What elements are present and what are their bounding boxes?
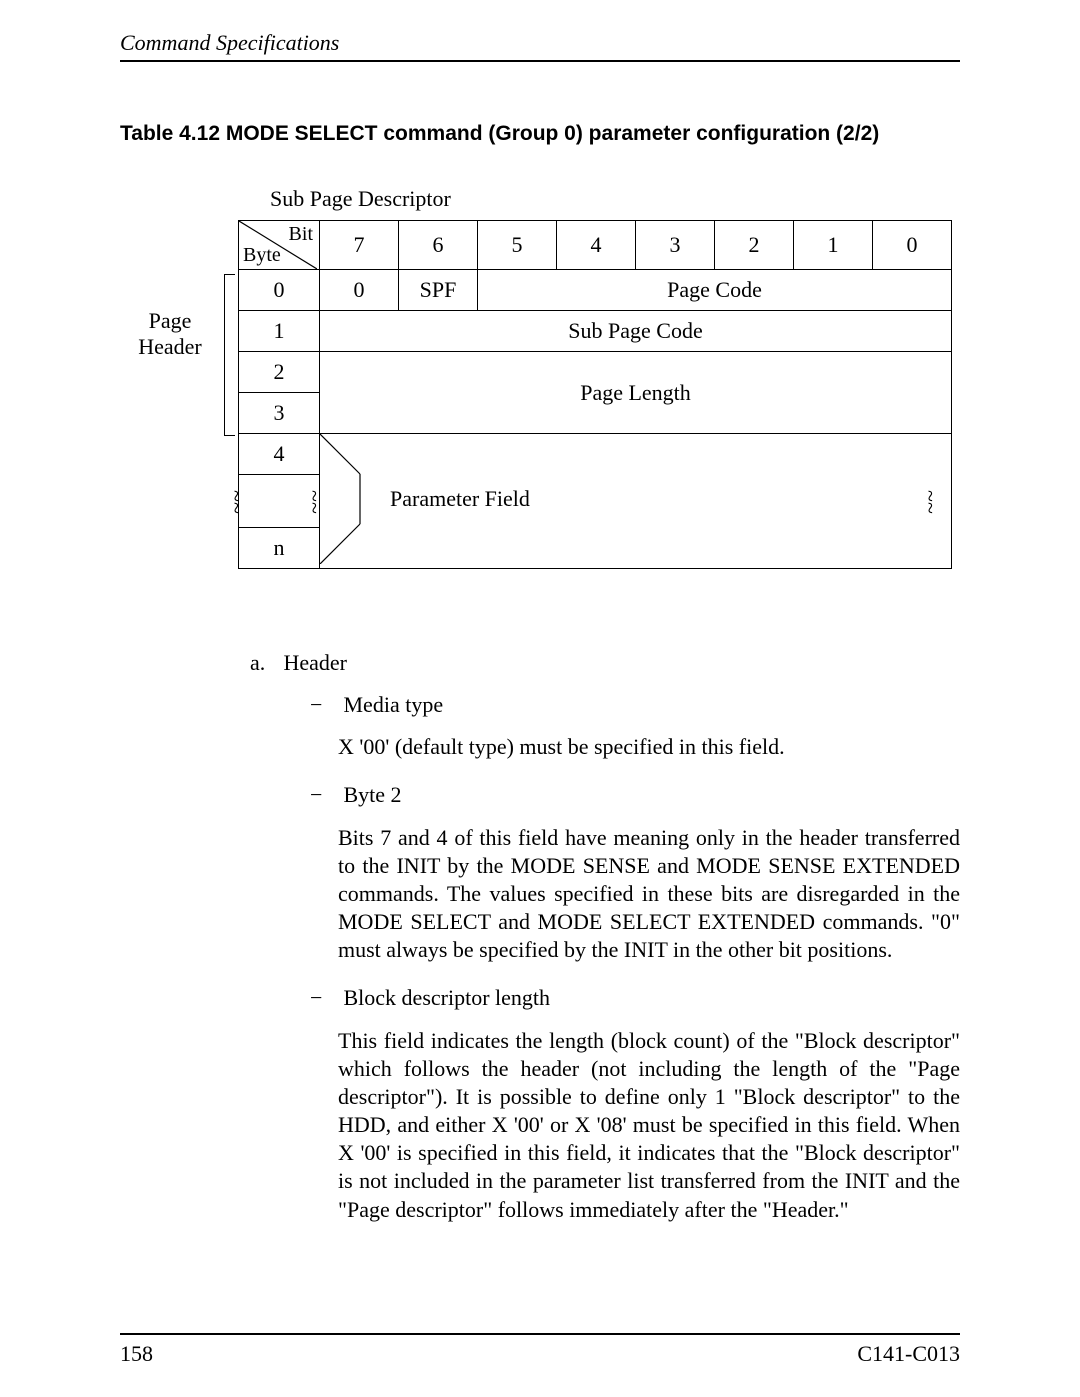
bit-6: 6 xyxy=(399,221,478,270)
row-4: 4 Parameter Field xyxy=(239,434,952,475)
sub-item-byte2: − Byte 2 xyxy=(310,781,960,809)
running-head: Command Specifications xyxy=(120,30,960,62)
cell-sub-page-code: Sub Page Code xyxy=(320,311,952,352)
cell-0-7: 0 xyxy=(320,270,399,311)
bit-1: 1 xyxy=(794,221,873,270)
bit-5: 5 xyxy=(478,221,557,270)
bit-0: 0 xyxy=(873,221,952,270)
byte-2: 2 xyxy=(239,352,320,393)
byte-4: 4 xyxy=(239,434,320,475)
doc-id: C141-C013 xyxy=(857,1341,960,1367)
cell-parameter-field: Parameter Field xyxy=(320,434,952,569)
body-text: a. Header − Media type X '00' (default t… xyxy=(250,649,960,1244)
cell-page-code: Page Code xyxy=(478,270,952,311)
sub-item-media-type: − Media type xyxy=(310,691,960,719)
page-number: 158 xyxy=(120,1341,153,1367)
diagram: Page Header ~~ ~~ ~~ Bit Byte xyxy=(120,220,960,569)
row-0: 0 0 SPF Page Code xyxy=(239,270,952,311)
bit-2: 2 xyxy=(715,221,794,270)
sub-item-block-desc-len: − Block descriptor length xyxy=(310,984,960,1012)
row-2: 2 Page Length xyxy=(239,352,952,393)
struct-table: Bit Byte 7 6 5 4 3 2 1 0 0 0 SPF Page C xyxy=(238,220,952,569)
byte-1: 1 xyxy=(239,311,320,352)
footer: 158 C141-C013 xyxy=(120,1333,960,1367)
byte-n: n xyxy=(239,528,320,569)
subpage-descriptor-label: Sub Page Descriptor xyxy=(270,186,960,212)
list-a: a. Header xyxy=(250,649,960,677)
row-1: 1 Sub Page Code xyxy=(239,311,952,352)
para-block-desc-len: This field indicates the length (block c… xyxy=(338,1027,960,1224)
bit-4: 4 xyxy=(557,221,636,270)
para-media-type: X '00' (default type) must be specified … xyxy=(338,733,960,761)
bit-7: 7 xyxy=(320,221,399,270)
bit-header-row: Bit Byte 7 6 5 4 3 2 1 0 xyxy=(239,221,952,270)
bit-3: 3 xyxy=(636,221,715,270)
cell-spf: SPF xyxy=(399,270,478,311)
page-header-label: Page Header xyxy=(120,308,220,360)
byte-3: 3 xyxy=(239,393,320,434)
para-byte2: Bits 7 and 4 of this field have meaning … xyxy=(338,824,960,965)
bit-byte-corner: Bit Byte xyxy=(239,221,320,270)
cell-page-length: Page Length xyxy=(320,352,952,434)
table-caption: Table 4.12 MODE SELECT command (Group 0)… xyxy=(120,122,960,146)
byte-0: 0 xyxy=(239,270,320,311)
page: Command Specifications Table 4.12 MODE S… xyxy=(0,0,1080,1397)
